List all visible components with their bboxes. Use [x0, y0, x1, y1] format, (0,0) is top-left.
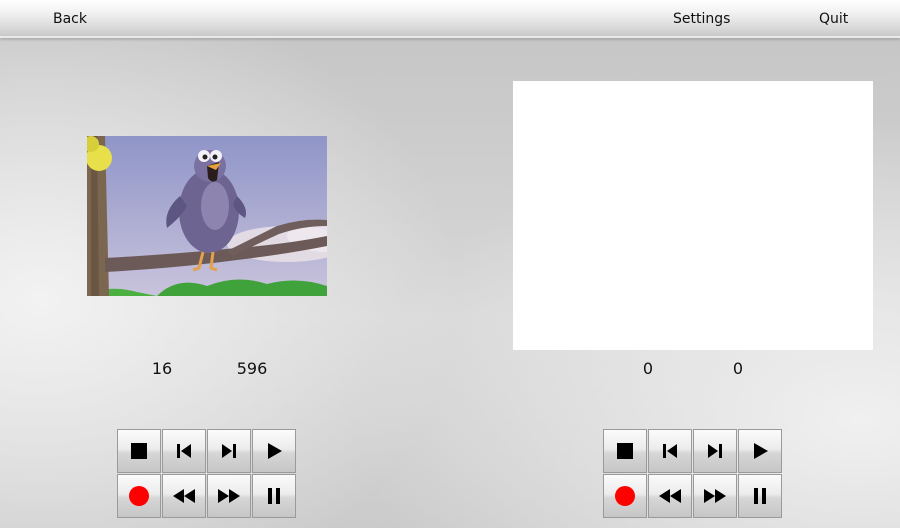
fast-forward-icon — [218, 489, 240, 503]
left-fast-forward-button[interactable] — [207, 474, 251, 518]
left-pause-button[interactable] — [252, 474, 296, 518]
right-rewind-button[interactable] — [648, 474, 692, 518]
left-record-button[interactable] — [117, 474, 161, 518]
right-stop-button[interactable] — [603, 429, 647, 473]
fast-forward-icon — [704, 489, 726, 503]
right-fast-forward-button[interactable] — [693, 474, 737, 518]
right-skip-forward-button[interactable] — [693, 429, 737, 473]
skip-forward-icon — [222, 444, 236, 458]
settings-button[interactable]: Settings — [673, 0, 730, 36]
left-skip-forward-button[interactable] — [207, 429, 251, 473]
record-icon — [129, 486, 149, 506]
record-icon — [615, 486, 635, 506]
left-counter-a: 16 — [151, 359, 173, 378]
rewind-icon — [173, 489, 195, 503]
left-skip-back-button[interactable] — [162, 429, 206, 473]
play-icon — [754, 443, 768, 459]
left-rewind-button[interactable] — [162, 474, 206, 518]
quit-button[interactable]: Quit — [819, 0, 848, 36]
back-button[interactable]: Back — [53, 0, 87, 36]
video-frame-image — [87, 136, 327, 296]
skip-back-icon — [177, 444, 191, 458]
stop-icon — [131, 443, 147, 459]
play-icon — [268, 443, 282, 459]
right-play-button[interactable] — [738, 429, 782, 473]
left-player-controls — [117, 429, 297, 519]
stop-icon — [617, 443, 633, 459]
left-play-button[interactable] — [252, 429, 296, 473]
rewind-icon — [659, 489, 681, 503]
top-bar: Back Settings Quit — [0, 0, 900, 38]
right-pause-button[interactable] — [738, 474, 782, 518]
skip-back-icon — [663, 444, 677, 458]
right-skip-back-button[interactable] — [648, 429, 692, 473]
skip-forward-icon — [708, 444, 722, 458]
right-player-controls — [603, 429, 783, 519]
right-counter-a: 0 — [642, 359, 654, 378]
pause-icon — [754, 488, 766, 504]
left-counter-b: 596 — [236, 359, 268, 378]
right-video-preview — [513, 81, 873, 350]
right-counter-b: 0 — [732, 359, 744, 378]
pause-icon — [268, 488, 280, 504]
left-stop-button[interactable] — [117, 429, 161, 473]
left-video-preview — [87, 136, 327, 296]
right-record-button[interactable] — [603, 474, 647, 518]
